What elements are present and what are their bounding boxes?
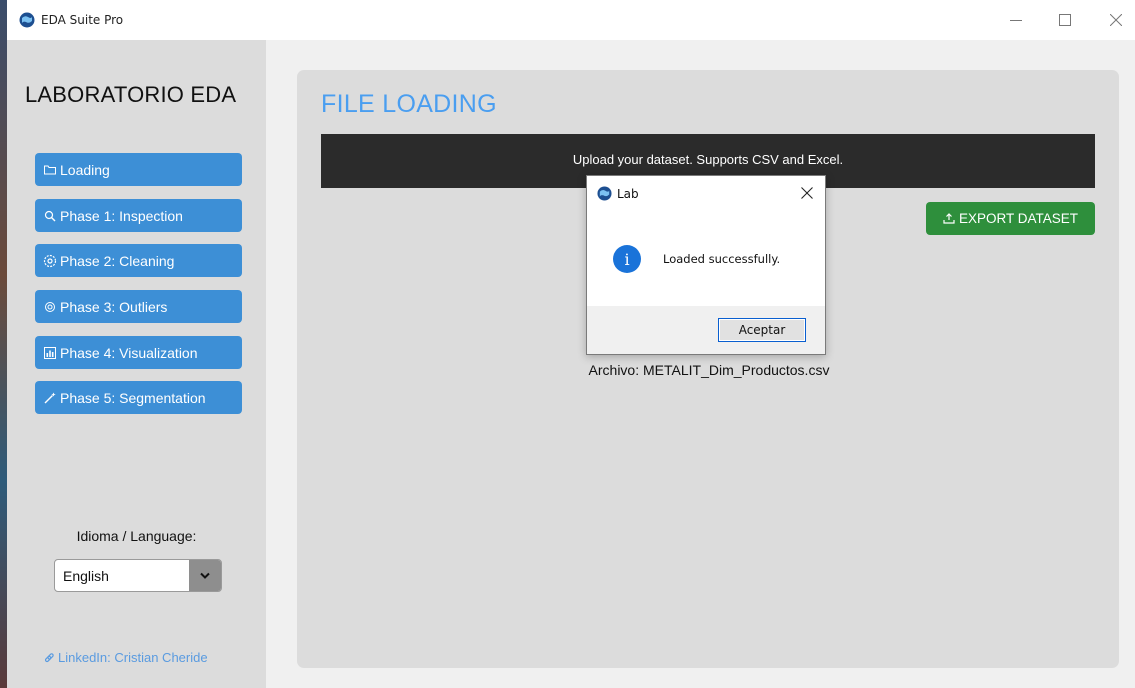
link-icon: [44, 652, 55, 663]
sidebar-item-label: Phase 2: Cleaning: [60, 252, 175, 269]
sidebar-item-loading[interactable]: Loading: [35, 153, 242, 186]
desktop-edge: [0, 0, 7, 688]
dialog-message: Loaded successfully.: [663, 252, 781, 266]
language-label: Idioma / Language:: [76, 528, 197, 544]
language-select[interactable]: English: [54, 559, 222, 592]
folder-icon: [43, 163, 57, 177]
globe-app-icon: [19, 12, 35, 28]
sidebar-item-label: Phase 3: Outliers: [60, 298, 168, 315]
linkedin-link[interactable]: LinkedIn: Cristian Cheride: [44, 650, 208, 665]
dialog-body: i Loaded successfully.: [587, 210, 825, 306]
upload-banner-text: Upload your dataset. Supports CSV and Ex…: [572, 152, 844, 167]
sidebar-title: LABORATORIO EDA: [25, 82, 237, 107]
dialog-title: Lab: [617, 187, 639, 201]
sidebar-item-inspection[interactable]: Phase 1: Inspection: [35, 199, 242, 232]
gear-icon: [43, 254, 57, 268]
window-title: EDA Suite Pro: [41, 13, 124, 27]
sidebar-item-segmentation[interactable]: Phase 5: Segmentation: [35, 381, 242, 414]
sidebar-item-label: Phase 5: Segmentation: [60, 389, 206, 406]
minimize-button[interactable]: [1001, 8, 1031, 32]
sidebar-item-label: Loading: [60, 161, 110, 178]
maximize-button[interactable]: [1050, 8, 1080, 32]
export-dataset-label: EXPORT DATASET: [958, 211, 1079, 226]
sidebar-item-label: Phase 1: Inspection: [60, 207, 183, 224]
window-titlebar[interactable]: EDA Suite Pro: [7, 0, 1135, 40]
info-icon: i: [613, 245, 641, 273]
export-icon: [943, 213, 955, 224]
chevron-down-icon[interactable]: [189, 560, 221, 591]
dialog-close-button[interactable]: [793, 180, 821, 206]
linkedin-label: LinkedIn: Cristian Cheride: [58, 650, 208, 665]
dialog-titlebar[interactable]: Lab: [587, 176, 825, 210]
globe-app-icon: [597, 186, 612, 201]
magic-wand-icon: [43, 391, 57, 405]
sidebar-item-visualization[interactable]: Phase 4: Visualization: [35, 336, 242, 369]
magnifier-icon: [43, 209, 57, 223]
loaded-file-label: Archivo: METALIT_Dim_Productos.csv: [588, 362, 830, 378]
sidebar-item-label: Phase 4: Visualization: [60, 344, 198, 361]
sidebar-item-outliers[interactable]: Phase 3: Outliers: [35, 290, 242, 323]
page-title: FILE LOADING: [321, 90, 497, 118]
sidebar: LABORATORIO EDA Loading Phase 1: Inspect…: [7, 40, 266, 688]
sidebar-item-cleaning[interactable]: Phase 2: Cleaning: [35, 244, 242, 277]
close-window-button[interactable]: [1101, 8, 1131, 32]
ok-button[interactable]: Aceptar: [718, 318, 806, 342]
target-icon: [43, 300, 57, 314]
main-panel: FILE LOADING Upload your dataset. Suppor…: [297, 70, 1119, 668]
language-select-value: English: [63, 567, 109, 584]
message-dialog[interactable]: Lab i Loaded successfully. Aceptar: [586, 175, 826, 355]
bar-chart-icon: [43, 346, 57, 360]
dialog-footer: Aceptar: [587, 306, 825, 354]
export-dataset-button[interactable]: EXPORT DATASET: [926, 202, 1095, 235]
